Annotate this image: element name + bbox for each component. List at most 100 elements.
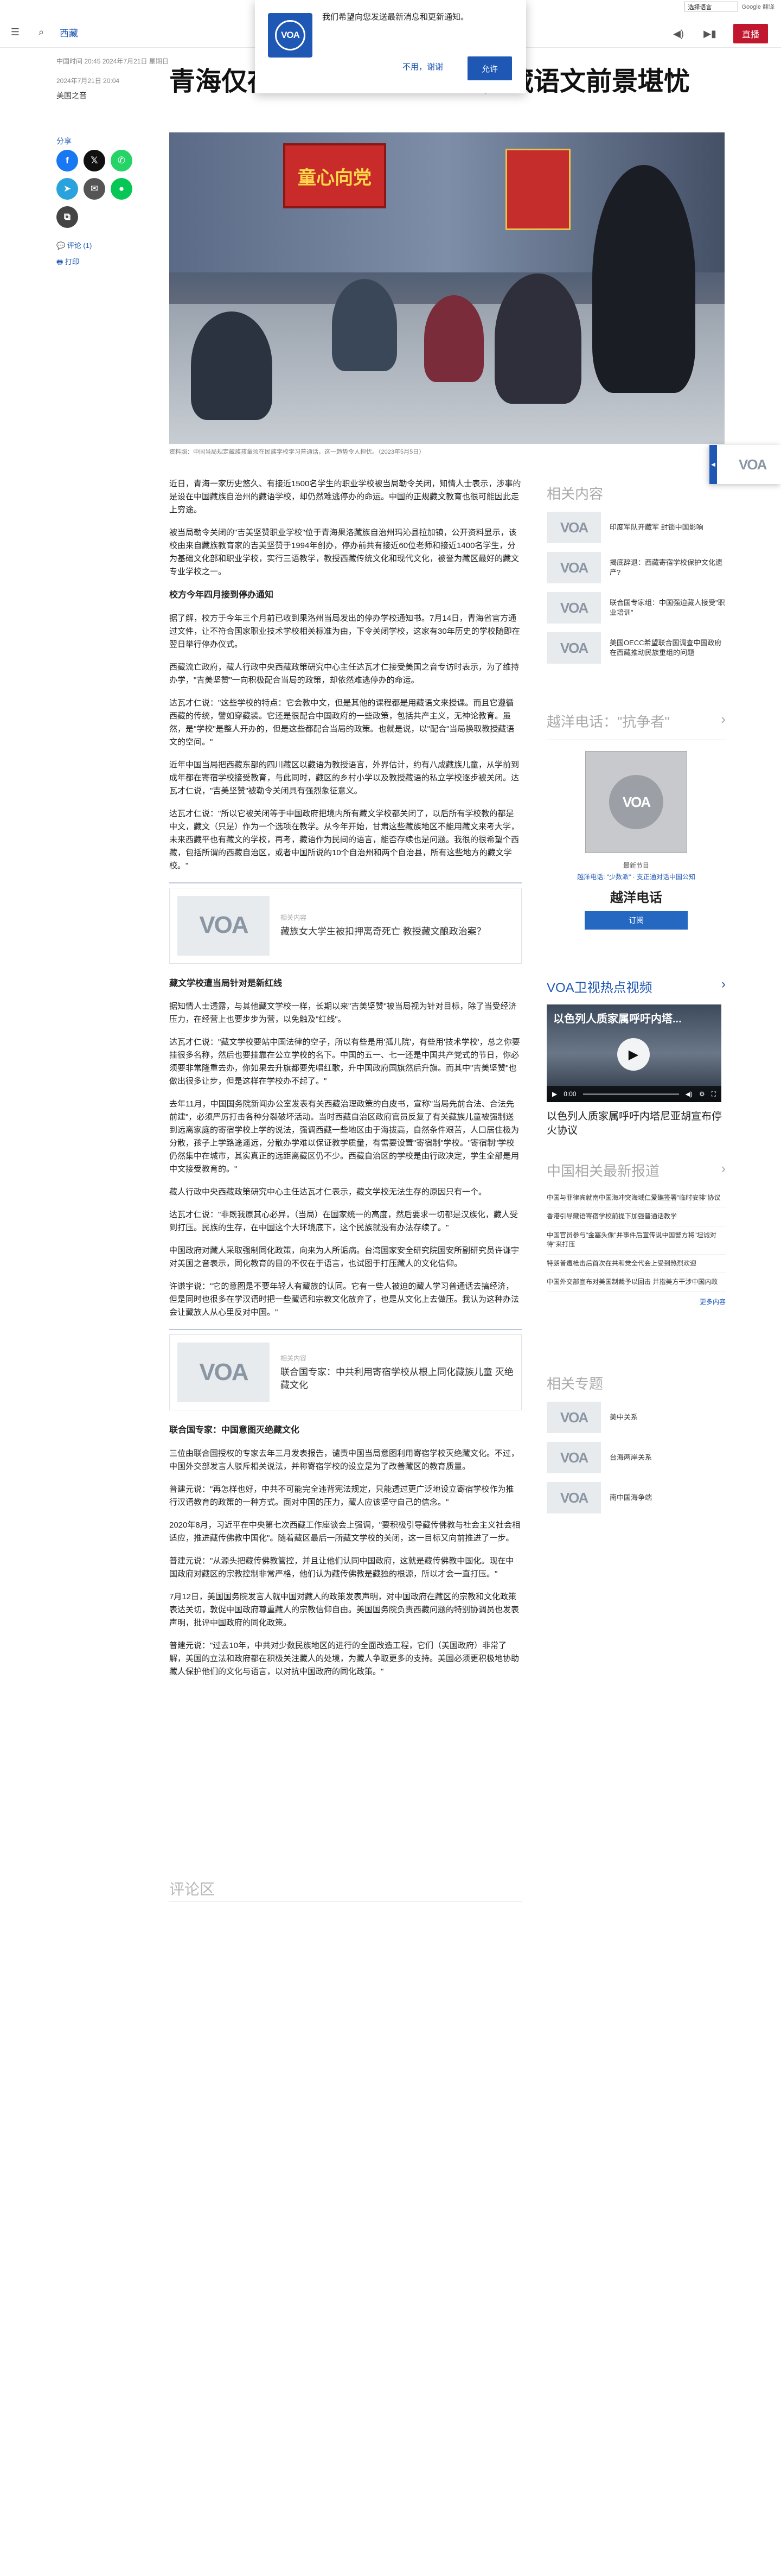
paragraph: 2020年8月，习近平在中央第七次西藏工作座谈会上强调，"要积极引导藏传佛教与社… (169, 1520, 521, 1543)
divider (169, 1901, 522, 1902)
publish-date: 2024年7月21日 20:04 (56, 77, 120, 85)
notification-popup: VOA 我们希望向您发送最新消息和更新通知。 不用，谢谢 允许 (255, 0, 526, 93)
topic-item[interactable]: VOA 美中关系 (547, 1402, 726, 1433)
video-caption[interactable]: 以色列人质家属呼吁内塔尼亚胡宣布停火协议 (547, 1110, 726, 1137)
updated-time: 中国时间 20:45 2024年7月21日 星期日 (56, 58, 169, 65)
hero-student (495, 273, 581, 404)
volume-icon[interactable]: ◀) (686, 1090, 693, 1098)
audio-icon[interactable]: ◀) (670, 23, 687, 44)
sidebar-news: 中国相关最新报道 › 中国与菲律宾就南中国海冲突海域仁爱礁签署"临时安排"协议 … (547, 1160, 726, 1306)
sidebar-topics: 相关专题 VOA 美中关系 VOA 台海两岸关系 VOA 南中国海争端 (547, 1373, 726, 1522)
paragraph: 达瓦才仁说："非既我原其心必异，（当局）在国家统一的高度，然后要求一切都是汉族化… (169, 1210, 518, 1233)
chevron-right-icon: › (721, 711, 726, 727)
hero-student (191, 311, 272, 420)
news-item[interactable]: 特朗普遭枪击后首次在共和党全代会上受到热烈欢迎 (547, 1255, 726, 1273)
sidebar-title[interactable]: 越洋电话："抗争者" › (547, 711, 726, 731)
card-thumbnail: VOA (177, 1343, 270, 1403)
news-item[interactable]: 中国外交部宣布对美国制裁予以回击 并指美方干涉中国内政 (547, 1273, 726, 1292)
x-icon[interactable]: 𝕏 (84, 150, 105, 171)
paragraph: 许谦宇说："它的意图是不要年轻人有藏族的认同。它有一些人被迫的藏人学习普通话去搞… (169, 1282, 520, 1318)
play-icon[interactable]: ▶ (617, 1038, 650, 1071)
item-text: 美国OECC希望联合国调查中国政府在西藏推动民族重组的问题 (610, 638, 722, 657)
translate-powered: Google 翻译 (741, 4, 774, 10)
paragraph: 被当局勒令关闭的"吉美坚赞职业学校"位于青海果洛藏族自治州玛沁县拉加镇，公开资料… (169, 528, 520, 576)
print-link[interactable]: 🖶 打印 (56, 256, 79, 269)
more-link[interactable]: 更多内容 (547, 1297, 726, 1306)
news-list: 中国与菲律宾就南中国海冲突海域仁爱礁签署"临时安排"协议 香港引导藏语寄宿学校前… (547, 1189, 726, 1292)
voa-logo: VOA (199, 1358, 248, 1385)
card-title: 藏族女大学生被扣押离奇死亡 教授藏文酿政治案？ (280, 926, 486, 937)
paragraph: 达瓦才仁说："这些学校的特点：它会教中文，但是其他的课程都是用藏语文来授课。而且… (169, 698, 515, 747)
comments-link[interactable]: 💬 评论 (1) (56, 240, 92, 250)
video-progress[interactable] (582, 1093, 679, 1095)
paragraph: 近日，青海一家历史悠久、有接近1500名学生的职业学校被当局勒令关闭，知情人士表… (169, 479, 521, 514)
telegram-icon[interactable]: ➤ (56, 178, 78, 200)
share-label: 分享 (56, 137, 72, 145)
sidebar-item[interactable]: VOA 揭底辞退：西藏寄宿学校保护文化遗产? (547, 552, 726, 583)
video-player[interactable]: 以色列人质家属呼吁内塔... ▶ ▶ 0:00 ◀) ⚙ ⛶ (547, 1004, 721, 1102)
video-icon[interactable]: ▶▮ (702, 23, 718, 44)
floating-live-tab[interactable]: ◀ VOA (709, 445, 781, 484)
sidebar-item[interactable]: VOA 联合国专家组：中国强迫藏人接受"职业培训" (547, 592, 726, 624)
subheading: 校方今年四月接到停办通知 (169, 590, 274, 600)
language-select[interactable]: 选择语言 (684, 2, 739, 11)
news-item[interactable]: 香港引导藏语寄宿学校前提下加强普通话教学 (547, 1207, 726, 1226)
news-item[interactable]: 中国官员参与"金塞头像"并事件后宣传说中国警方将"坦诚对待"来打压 (547, 1226, 726, 1255)
divider (169, 882, 522, 883)
item-thumbnail: VOA (547, 552, 601, 583)
news-item[interactable]: 中国与菲律宾就南中国海冲突海域仁爱礁签署"临时安排"协议 (547, 1189, 726, 1208)
voa-logo: VOA (739, 456, 767, 473)
hero-poster (505, 149, 571, 230)
play-small-icon[interactable]: ▶ (552, 1090, 557, 1098)
subscribe-button[interactable]: 订阅 (585, 911, 688, 930)
topic-item[interactable]: VOA 南中国海争端 (547, 1482, 726, 1513)
sidebar-item[interactable]: VOA 美国OECC希望联合国调查中国政府在西藏推动民族重组的问题 (547, 632, 726, 664)
paragraph: 中国政府对藏人采取强制同化政策，向来为人所诟病。台湾国家安全研究院国安所副研究员… (169, 1246, 520, 1269)
sidebar-related: 相关内容 VOA 印度军队开藏军 封锁中国影响 VOA 揭底辞退：西藏寄宿学校保… (547, 483, 726, 672)
voa-logo: VOA (560, 599, 588, 616)
fullscreen-icon[interactable]: ⛶ (712, 1090, 716, 1098)
line-icon[interactable]: ● (111, 178, 132, 200)
section-link[interactable]: 西藏 (60, 26, 78, 39)
podcast-cover[interactable]: VOA (585, 751, 687, 853)
paragraph: 据了解，校方于今年三个月前已收到果洛州当局发出的停办学校通知书。7月14日，青海… (169, 613, 520, 649)
menu-icon[interactable]: ☰ (4, 22, 26, 43)
card-kicker: 相关内容 (280, 1354, 307, 1362)
logo-text: VOA (275, 20, 305, 50)
facebook-icon[interactable]: f (56, 150, 78, 171)
related-card[interactable]: VOA 相关内容 联合国专家：中共利用寄宿学校从根上同化藏族儿童 灭绝藏文化 (169, 1334, 522, 1411)
live-button[interactable]: 直播 (733, 24, 768, 43)
search-icon[interactable]: ⌕ (30, 22, 52, 43)
allow-button[interactable]: 允许 (468, 56, 512, 80)
item-text: 揭底辞退：西藏寄宿学校保护文化遗产? (610, 558, 723, 576)
news-title: 中国相关最新报道 (547, 1163, 660, 1179)
sidebar-title[interactable]: 中国相关最新报道 › (547, 1160, 726, 1180)
sidebar-podcast: 越洋电话："抗争者" › VOA 最新节目 越洋电话: "少数派" · 支正通对… (547, 711, 726, 930)
voa-logo: VOA (560, 1449, 588, 1466)
subheading: 联合国专家：中国意图灭绝藏文化 (169, 1426, 300, 1435)
paragraph: 普建元说："再怎样也好，中共不可能完全违背宪法规定，只能透过更广泛地设立寄宿学校… (169, 1484, 514, 1507)
video-section-title[interactable]: VOA卫视热点视频 › (547, 977, 726, 996)
chevron-right-icon: › (721, 977, 726, 991)
podcast-name: 越洋电话 (610, 891, 662, 905)
podcast-links[interactable]: 越洋电话: "少数派" · 支正通对话中国公知 (547, 872, 726, 881)
sidebar-item[interactable]: VOA 印度军队开藏军 封锁中国影响 (547, 512, 726, 543)
paragraph: 据知情人士透露，与其他藏文学校一样，长期以来"吉美坚赞"被当局视为针对目标，除了… (169, 1002, 517, 1025)
copy-link-icon[interactable]: ⧉ (56, 206, 78, 228)
voa-logo: VOA (560, 519, 588, 536)
voa-logo: VOA (560, 1489, 588, 1506)
video-time: 0:00 (564, 1090, 577, 1098)
voa-logo: VOA (560, 1409, 588, 1426)
comments-label: 评论 (1) (67, 241, 92, 250)
topic-item[interactable]: VOA 台海两岸关系 (547, 1442, 726, 1473)
item-thumbnail: VOA (547, 1442, 601, 1473)
settings-icon[interactable]: ⚙ (699, 1090, 705, 1098)
hero-student (332, 279, 397, 371)
related-card[interactable]: VOA 相关内容 藏族女大学生被扣押离奇死亡 教授藏文酿政治案？ (169, 887, 522, 964)
item-text: 美中关系 (610, 1413, 638, 1421)
sidebar-title: 相关内容 (547, 486, 604, 502)
author: 美国之音 (56, 91, 87, 100)
decline-button[interactable]: 不用，谢谢 (402, 61, 443, 72)
email-icon[interactable]: ✉ (84, 178, 105, 200)
whatsapp-icon[interactable]: ✆ (111, 150, 132, 171)
